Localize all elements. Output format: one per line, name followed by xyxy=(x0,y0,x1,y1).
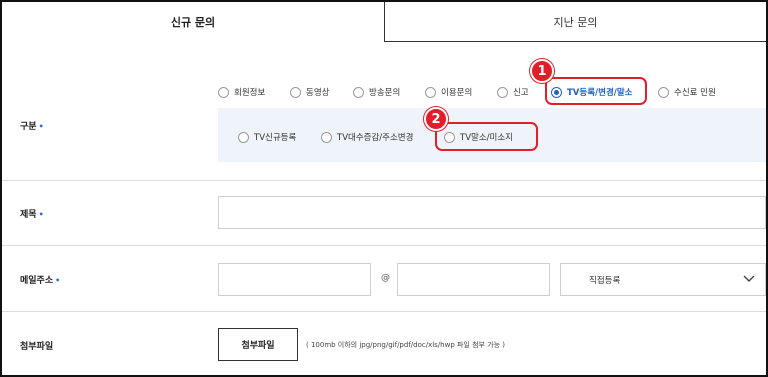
attachment-hint: ( 100mb 이하의 jpg/png/gif/pdf/doc/xls/hwp … xyxy=(306,341,506,349)
step-badge-1: 1 xyxy=(530,59,554,83)
radio-circle-icon xyxy=(290,86,301,98)
tab-bar: 신규 문의 지난 문의 xyxy=(2,2,766,42)
email-domain-input[interactable] xyxy=(397,263,550,296)
attachment-label: 첨부파일 xyxy=(20,342,54,352)
radio-report[interactable]: 신고 xyxy=(497,86,529,98)
email-domain-select[interactable]: 직접등록 xyxy=(560,263,766,296)
radio-circle-icon xyxy=(238,131,249,143)
radio-fee-complaint[interactable]: 수신료 민원 xyxy=(658,86,716,98)
required-mark: • xyxy=(55,276,61,285)
radio-member-info[interactable]: 회원정보 xyxy=(218,86,265,98)
title-input[interactable] xyxy=(218,196,766,229)
radio-video[interactable]: 동영상 xyxy=(290,86,329,98)
radio-tv-count-address[interactable]: TV대수증감/주소변경 xyxy=(321,131,413,143)
radio-usage[interactable]: 이용문의 xyxy=(425,86,472,98)
email-domain-select-value: 직접등록 xyxy=(589,275,621,286)
email-local-input[interactable] xyxy=(218,263,371,296)
radio-circle-icon xyxy=(658,86,669,98)
chevron-down-icon xyxy=(743,275,755,282)
radio-circle-icon xyxy=(425,86,436,98)
radio-broadcast[interactable]: 방송문의 xyxy=(353,86,400,98)
radio-tv-new[interactable]: TV신규등록 xyxy=(238,131,296,143)
radio-circle-icon xyxy=(353,86,364,98)
title-label: 제목 • xyxy=(20,210,44,220)
tab-new-inquiry[interactable]: 신규 문의 xyxy=(2,2,385,42)
radio-circle-icon xyxy=(497,86,508,98)
attach-file-button[interactable]: 첨부파일 xyxy=(218,328,298,361)
email-label: 메일주소 • xyxy=(20,276,61,286)
radio-circle-icon xyxy=(321,131,332,143)
step-badge-2: 2 xyxy=(424,107,448,131)
required-mark: • xyxy=(38,122,44,131)
required-mark: • xyxy=(38,210,44,219)
highlight-box-2 xyxy=(435,122,538,151)
radio-circle-icon xyxy=(218,86,229,98)
at-symbol: @ xyxy=(381,273,390,283)
category-label: 구분 • xyxy=(20,122,44,132)
highlight-box-1 xyxy=(545,77,647,105)
tab-past-inquiry[interactable]: 지난 문의 xyxy=(385,2,766,42)
